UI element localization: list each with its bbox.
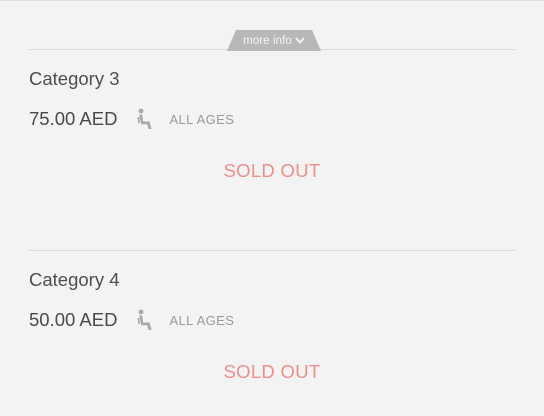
- price-row: 75.00 AED ALL AGES: [29, 108, 234, 130]
- seat-icon: [136, 108, 154, 130]
- more-info-toggle[interactable]: more info: [227, 30, 321, 51]
- age-restriction: ALL AGES: [169, 312, 235, 328]
- top-border: [0, 0, 544, 1]
- ticket-category: Category 3 75.00 AED ALL AGES SOLD OUT: [0, 68, 544, 248]
- ticket-categories-panel: more info Category 3 75.00 AED ALL AGES …: [0, 0, 544, 416]
- ticket-price: 50.00 AED: [29, 309, 118, 330]
- price-row: 50.00 AED ALL AGES: [29, 309, 234, 331]
- age-restriction: ALL AGES: [169, 111, 235, 127]
- ticket-price: 75.00 AED: [29, 108, 118, 129]
- sold-out-status: SOLD OUT: [223, 160, 321, 181]
- divider: [28, 250, 516, 251]
- ticket-category: Category 4 50.00 AED ALL AGES SOLD OUT: [0, 269, 544, 416]
- category-title: Category 3: [29, 68, 120, 89]
- sold-out-status: SOLD OUT: [223, 361, 321, 382]
- more-info-label: more info: [243, 34, 292, 47]
- category-title: Category 4: [29, 269, 120, 290]
- chevron-down-icon: [295, 37, 305, 44]
- seat-icon: [136, 309, 154, 331]
